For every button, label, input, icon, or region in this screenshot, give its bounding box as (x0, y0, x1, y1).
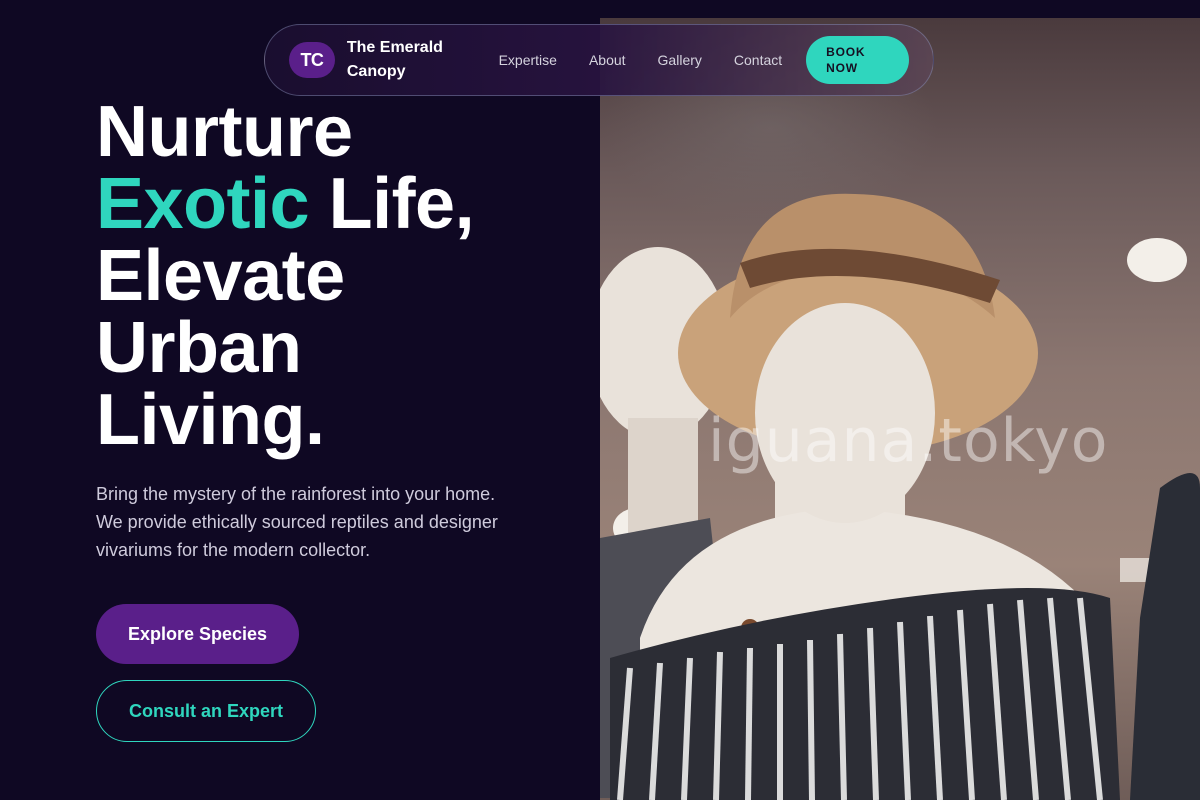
headline-accent-word: Exotic (96, 164, 310, 244)
nav-links: Expertise About Gallery Contact (499, 52, 815, 68)
nav-link-expertise[interactable]: Expertise (499, 52, 557, 68)
book-now-button[interactable]: BOOK NOW (806, 36, 909, 84)
consult-expert-button[interactable]: Consult an Expert (96, 680, 316, 742)
hero-photo: iguana.tokyo (600, 18, 1200, 800)
headline-line-1: Nurture (96, 92, 353, 172)
headline-line-3: Elevate (96, 236, 345, 316)
photo-watermark: iguana.tokyo (708, 406, 1109, 476)
brand-logo-badge[interactable]: TC (289, 42, 335, 78)
headline-line-2-rest: Life, (328, 164, 475, 244)
hero-subcopy: Bring the mystery of the rainforest into… (96, 484, 498, 560)
explore-species-button[interactable]: Explore Species (96, 604, 299, 664)
nav-link-contact[interactable]: Contact (734, 52, 782, 68)
headline-line-5: Living. (96, 380, 325, 460)
top-navigation: TC The Emerald Canopy Expertise About Ga… (264, 24, 934, 96)
hero-headline: Nurture Exotic Life, Elevate Urban Livin… (96, 92, 475, 460)
brand-name[interactable]: The Emerald Canopy (347, 36, 457, 84)
nav-link-gallery[interactable]: Gallery (658, 52, 702, 68)
headline-line-2: Exotic Life, (96, 168, 475, 240)
nav-link-about[interactable]: About (589, 52, 626, 68)
headline-line-4: Urban (96, 308, 302, 388)
